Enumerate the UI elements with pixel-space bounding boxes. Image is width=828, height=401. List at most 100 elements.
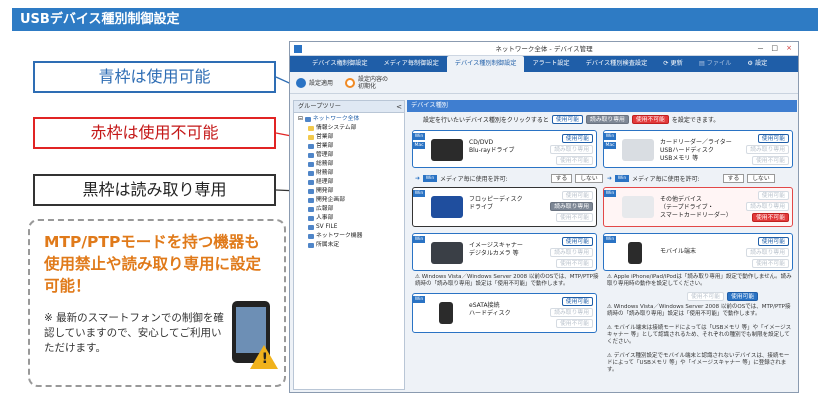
apply-button[interactable]: 設定適用	[296, 77, 333, 88]
allow-button[interactable]: する	[722, 173, 745, 183]
check-icon	[296, 77, 306, 88]
legend-usable: 使用可能	[551, 114, 584, 124]
usable-button[interactable]: 使用可能	[561, 237, 593, 246]
tree-item[interactable]: SV FILE	[298, 223, 404, 232]
floppy-drive-icon	[431, 196, 463, 218]
tree-item[interactable]: 管理部	[298, 151, 404, 160]
disc-drive-icon	[431, 139, 463, 161]
scanner-icon	[431, 242, 463, 264]
unusable-button[interactable]: 使用不可能	[752, 213, 789, 222]
undo-icon	[345, 77, 356, 88]
unusable-button[interactable]: 使用不可能	[556, 156, 593, 165]
unusable-button[interactable]: 使用不可能	[556, 319, 593, 328]
device-label: その他デバイス （テープドライブ・ スマートカードリーダー）	[660, 196, 732, 219]
usable-button[interactable]: 使用可能	[757, 191, 789, 200]
info-note: ⚠ モバイル端末は接続モードによっては「USBメモリ 等」や「イメージスキャナー…	[607, 325, 792, 345]
tree-item[interactable]: 営業部	[298, 133, 404, 142]
os-win-badge: Win	[413, 190, 425, 197]
reset-button[interactable]: 設定内容の 初期化	[345, 76, 388, 90]
usable-button[interactable]: 使用可能	[757, 237, 789, 246]
card-reader-icon	[622, 139, 654, 161]
readonly-button[interactable]: 読み取り専用	[550, 145, 593, 154]
collapse-icon[interactable]: <	[396, 101, 402, 113]
tree-item[interactable]: 広報部	[298, 205, 404, 214]
os-win-badge: Win	[413, 236, 425, 243]
legend-unusable: 使用不可能	[631, 114, 669, 124]
readonly-button[interactable]: 読み取り専用	[746, 145, 789, 154]
file-button[interactable]: ▤ ファイル	[691, 56, 740, 72]
tree-item[interactable]: 人事部	[298, 214, 404, 223]
device-card-floppy[interactable]: Win フロッピーディスク ドライブ 使用可能 読み取り専用 使用不可能	[412, 187, 597, 227]
readonly-button[interactable]: 読み取り専用	[746, 248, 789, 257]
unusable-button[interactable]: 使用不可能	[752, 259, 789, 268]
callout-blue: 青枠は使用可能	[33, 61, 276, 93]
usable-button[interactable]: 使用可能	[757, 134, 789, 143]
device-label: モバイル端末	[660, 248, 697, 255]
unusable-button[interactable]: 使用不可能	[556, 213, 593, 222]
info-note: ⚠ Windows Vista／Windows Server 2008 以前のO…	[607, 304, 791, 317]
device-type-panel: デバイス種別 設定を行いたいデバイス種別をクリックすると 使用可能 読み取り専用…	[407, 100, 797, 390]
device-label: CD/DVD Blu-rayドライブ	[469, 139, 515, 154]
tree-item[interactable]: 情報システム部	[298, 124, 404, 133]
device-card-cd-dvd[interactable]: Win Mac CD/DVD Blu-rayドライブ 使用可能 読み取り専用 使…	[412, 130, 597, 168]
close-button[interactable]: ×	[786, 44, 792, 52]
device-card-esata[interactable]: Win eSATA接続 ハードディスク 使用可能 読み取り専用 使用不可能	[412, 293, 597, 333]
media-permission-strip: ➜ Win メディア毎に使用を許可: する しない	[607, 172, 775, 184]
readonly-button[interactable]: 読み取り専用	[550, 202, 593, 211]
device-label: eSATA接続 ハードディスク	[469, 302, 511, 317]
unusable-button[interactable]: 使用不可能	[556, 259, 593, 268]
usable-button[interactable]: 使用可能	[561, 134, 593, 143]
readonly-button[interactable]: 読み取り専用	[550, 308, 593, 317]
media-permission-strip: ➜ Win メディア毎に使用を許可: する しない	[415, 172, 603, 184]
mobile-device-icon	[628, 242, 642, 264]
device-label: イメージスキャナー デジタルカメラ 等	[469, 242, 523, 257]
os-mac-badge: Mac	[413, 142, 425, 149]
callout-red: 赤枠は使用不可能	[33, 117, 276, 149]
deny-button[interactable]: しない	[575, 173, 603, 183]
tree-item[interactable]: 営業部	[298, 142, 404, 151]
device-card-usb-storage[interactable]: Win Mac カードリーダー／ライター USBハードディスク USBメモリ 等…	[603, 130, 793, 168]
bottom-legend: 使用不可能 使用可能	[687, 290, 759, 302]
app-window: ネットワーク全体 - デバイス管理 － □ × デバイス権制御設定 メディア毎制…	[289, 41, 799, 393]
window-titlebar: ネットワーク全体 - デバイス管理 － □ ×	[290, 42, 798, 56]
device-card-scanner[interactable]: Win イメージスキャナー デジタルカメラ 等 使用可能 読み取り専用 使用不可…	[412, 233, 597, 271]
tab-device-control[interactable]: デバイス権制御設定	[304, 56, 376, 72]
tab-media-control[interactable]: メディア毎制御設定	[376, 56, 447, 72]
refresh-button[interactable]: ⟳ 更新	[655, 56, 691, 72]
tab-alert[interactable]: アラート設定	[524, 56, 577, 72]
tree-item[interactable]: ⊟ ネットワーク全体	[298, 115, 404, 124]
deny-button[interactable]: しない	[747, 173, 775, 183]
readonly-button[interactable]: 読み取り専用	[550, 248, 593, 257]
panel-heading: デバイス種別	[407, 100, 797, 112]
settings-button[interactable]: ⚙ 設定	[739, 56, 775, 72]
usable-button[interactable]: 使用可能	[561, 191, 593, 200]
info-note: ⚠ デバイス種別設定でモバイル端末と認識されないデバイスは、接続モードによって「…	[607, 353, 790, 373]
tree-item[interactable]: 所属未定	[298, 241, 404, 250]
unusable-button[interactable]: 使用不可能	[752, 156, 789, 165]
allow-button[interactable]: する	[550, 173, 573, 183]
usable-button[interactable]: 使用可能	[561, 297, 593, 306]
tree-item[interactable]: 開発部	[298, 187, 404, 196]
tree-item[interactable]: 経理部	[298, 178, 404, 187]
hard-disk-icon	[439, 302, 453, 324]
tree-item[interactable]: ネットワーク機器	[298, 232, 404, 241]
minimize-button[interactable]: －	[757, 44, 764, 54]
note-sub-text: ※ 最新のスマートフォンでの制御を確認していますので、安心してご利用いただけます…	[44, 312, 224, 354]
tape-drive-icon	[622, 196, 654, 218]
group-tree-header: グループツリー <	[294, 101, 404, 113]
readonly-button[interactable]: 読み取り専用	[746, 202, 789, 211]
callout-black: 黒枠は読み取り専用	[33, 174, 276, 206]
tab-device-type-control[interactable]: デバイス種別制御設定	[446, 56, 525, 72]
window-title: ネットワーク全体 - デバイス管理	[495, 45, 593, 53]
maximize-button[interactable]: □	[771, 44, 778, 52]
note-main-text: MTP/PTPモードを持つ機器も使用禁止や読み取り専用に設定可能！	[44, 233, 262, 295]
tree-item[interactable]: 財務部	[298, 169, 404, 178]
device-card-other[interactable]: Win その他デバイス （テープドライブ・ スマートカードリーダー） 使用可能 …	[603, 187, 793, 227]
tab-device-type-inspect[interactable]: デバイス種別検査設定	[578, 56, 656, 72]
page-title: USBデバイス種別制御設定	[12, 8, 818, 31]
device-card-mobile[interactable]: Win モバイル端末 使用可能 読み取り専用 使用不可能	[603, 233, 793, 271]
info-note: ⚠ Apple iPhone/iPad/iPodは「読み取り専用」設定で動作しま…	[607, 274, 792, 287]
tree-item[interactable]: 総務部	[298, 160, 404, 169]
info-note: ⚠ Windows Vista／Windows Server 2008 以前のO…	[415, 274, 599, 287]
tree-item[interactable]: 開発企画部	[298, 196, 404, 205]
